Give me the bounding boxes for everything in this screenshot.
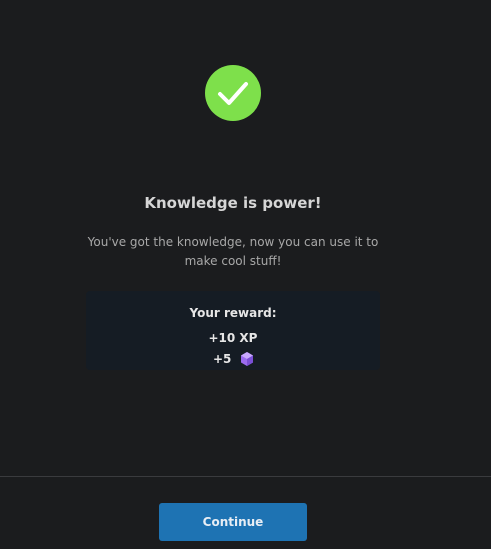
reward-gems: +5 [213,350,254,368]
lesson-complete-screen: Knowledge is power! You've got the knowl… [0,0,491,549]
reward-title: Your reward: [189,306,277,320]
footer-divider [0,476,491,477]
reward-gems-amount: +5 [213,352,232,366]
reward-xp: +10 XP [208,331,258,345]
checkmark-icon [218,82,248,105]
reward-card: Your reward: +10 XP +5 [86,291,380,370]
gem-icon [240,351,254,367]
success-checkmark-icon [205,65,261,121]
page-subtitle: You've got the knowledge, now you can us… [87,235,379,268]
continue-button[interactable]: Continue [159,503,307,541]
page-title: Knowledge is power! [144,194,322,212]
